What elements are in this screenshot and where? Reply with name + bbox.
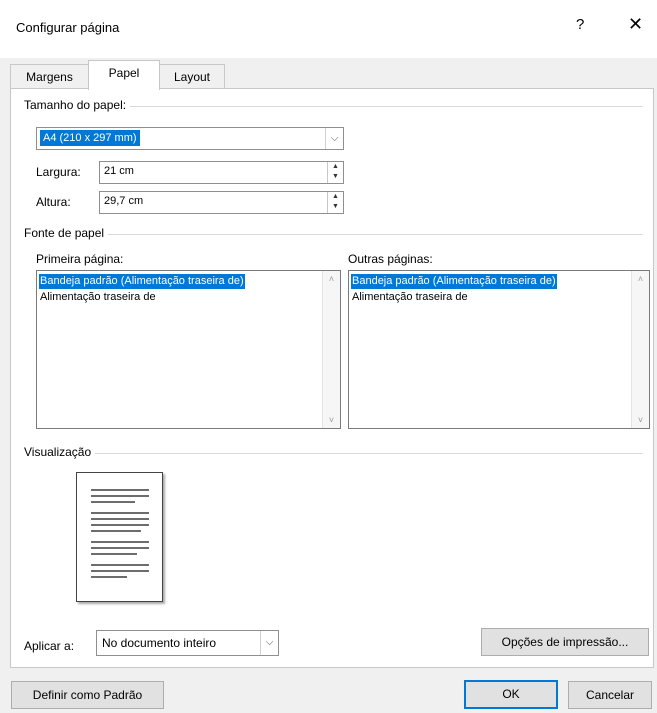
- tab-layout[interactable]: Layout: [159, 64, 225, 89]
- tab-margens[interactable]: Margens: [10, 64, 89, 89]
- list-item[interactable]: Bandeja padrão (Alimentação traseira de): [351, 274, 557, 289]
- first-page-listbox[interactable]: Bandeja padrão (Alimentação traseira de)…: [36, 270, 341, 429]
- scroll-up-icon[interactable]: ˄: [323, 271, 340, 287]
- apply-to-select[interactable]: No documento inteiro ⌵: [96, 630, 279, 656]
- page-preview: [76, 472, 163, 602]
- paper-size-group-label: Tamanho do papel:: [24, 98, 131, 112]
- chevron-down-icon[interactable]: ⌵: [325, 128, 343, 149]
- scrollbar[interactable]: ˄ ˅: [631, 271, 649, 428]
- width-spinner[interactable]: ▲ ▼: [327, 162, 343, 183]
- preview-line: [91, 512, 149, 514]
- paper-size-value: A4 (210 x 297 mm): [40, 130, 140, 146]
- preview-line: [91, 564, 149, 566]
- height-value: 29,7 cm: [104, 195, 144, 207]
- spin-up-icon[interactable]: ▲: [328, 192, 343, 202]
- scrollbar[interactable]: ˄ ˅: [322, 271, 340, 428]
- width-value: 21 cm: [104, 165, 134, 177]
- preview-line: [91, 530, 141, 532]
- preview-line: [91, 518, 149, 520]
- group-divider: [25, 453, 643, 454]
- scroll-up-icon[interactable]: ˄: [632, 271, 649, 287]
- set-default-button[interactable]: Definir como Padrão: [11, 681, 164, 709]
- spin-up-icon[interactable]: ▲: [328, 162, 343, 172]
- preview-line: [91, 570, 149, 572]
- preview-line: [91, 576, 127, 578]
- preview-line: [91, 501, 135, 503]
- height-label: Altura:: [36, 195, 71, 209]
- preview-line: [91, 489, 149, 491]
- apply-to-value: No documento inteiro: [102, 636, 217, 650]
- width-input[interactable]: 21 cm ▲ ▼: [99, 161, 344, 184]
- help-icon[interactable]: ?: [576, 16, 584, 33]
- spin-down-icon[interactable]: ▼: [328, 202, 343, 212]
- first-page-label: Primeira página:: [36, 252, 124, 266]
- ok-button[interactable]: OK: [464, 680, 558, 709]
- preview-line: [91, 553, 137, 555]
- height-input[interactable]: 29,7 cm ▲ ▼: [99, 191, 344, 214]
- scroll-down-icon[interactable]: ˅: [323, 412, 340, 428]
- list-item[interactable]: Alimentação traseira de: [351, 290, 469, 305]
- tab-strip: Margens Papel Layout: [10, 60, 650, 90]
- preview-line: [91, 495, 149, 497]
- cancel-button[interactable]: Cancelar: [568, 681, 652, 709]
- spin-down-icon[interactable]: ▼: [328, 172, 343, 182]
- list-item[interactable]: Bandeja padrão (Alimentação traseira de): [39, 274, 245, 289]
- list-item[interactable]: Alimentação traseira de: [39, 290, 157, 305]
- preview-group-label: Visualização: [24, 445, 96, 459]
- apply-to-label: Aplicar a:: [24, 639, 75, 653]
- chevron-down-icon[interactable]: ⌵: [260, 631, 278, 655]
- tab-papel[interactable]: Papel: [88, 60, 160, 90]
- close-icon[interactable]: ✕: [628, 14, 643, 35]
- width-label: Largura:: [36, 165, 81, 179]
- group-divider: [25, 234, 643, 235]
- preview-line: [91, 524, 149, 526]
- paper-source-group-label: Fonte de papel: [24, 226, 109, 240]
- preview-line: [91, 547, 149, 549]
- height-spinner[interactable]: ▲ ▼: [327, 192, 343, 213]
- print-options-button[interactable]: Opções de impressão...: [481, 628, 649, 656]
- scroll-down-icon[interactable]: ˅: [632, 412, 649, 428]
- dialog-title: Configurar página: [16, 20, 120, 35]
- paper-size-select[interactable]: A4 (210 x 297 mm) ⌵: [36, 127, 344, 150]
- preview-line: [91, 541, 149, 543]
- other-pages-label: Outras páginas:: [348, 252, 433, 266]
- other-pages-listbox[interactable]: Bandeja padrão (Alimentação traseira de)…: [348, 270, 650, 429]
